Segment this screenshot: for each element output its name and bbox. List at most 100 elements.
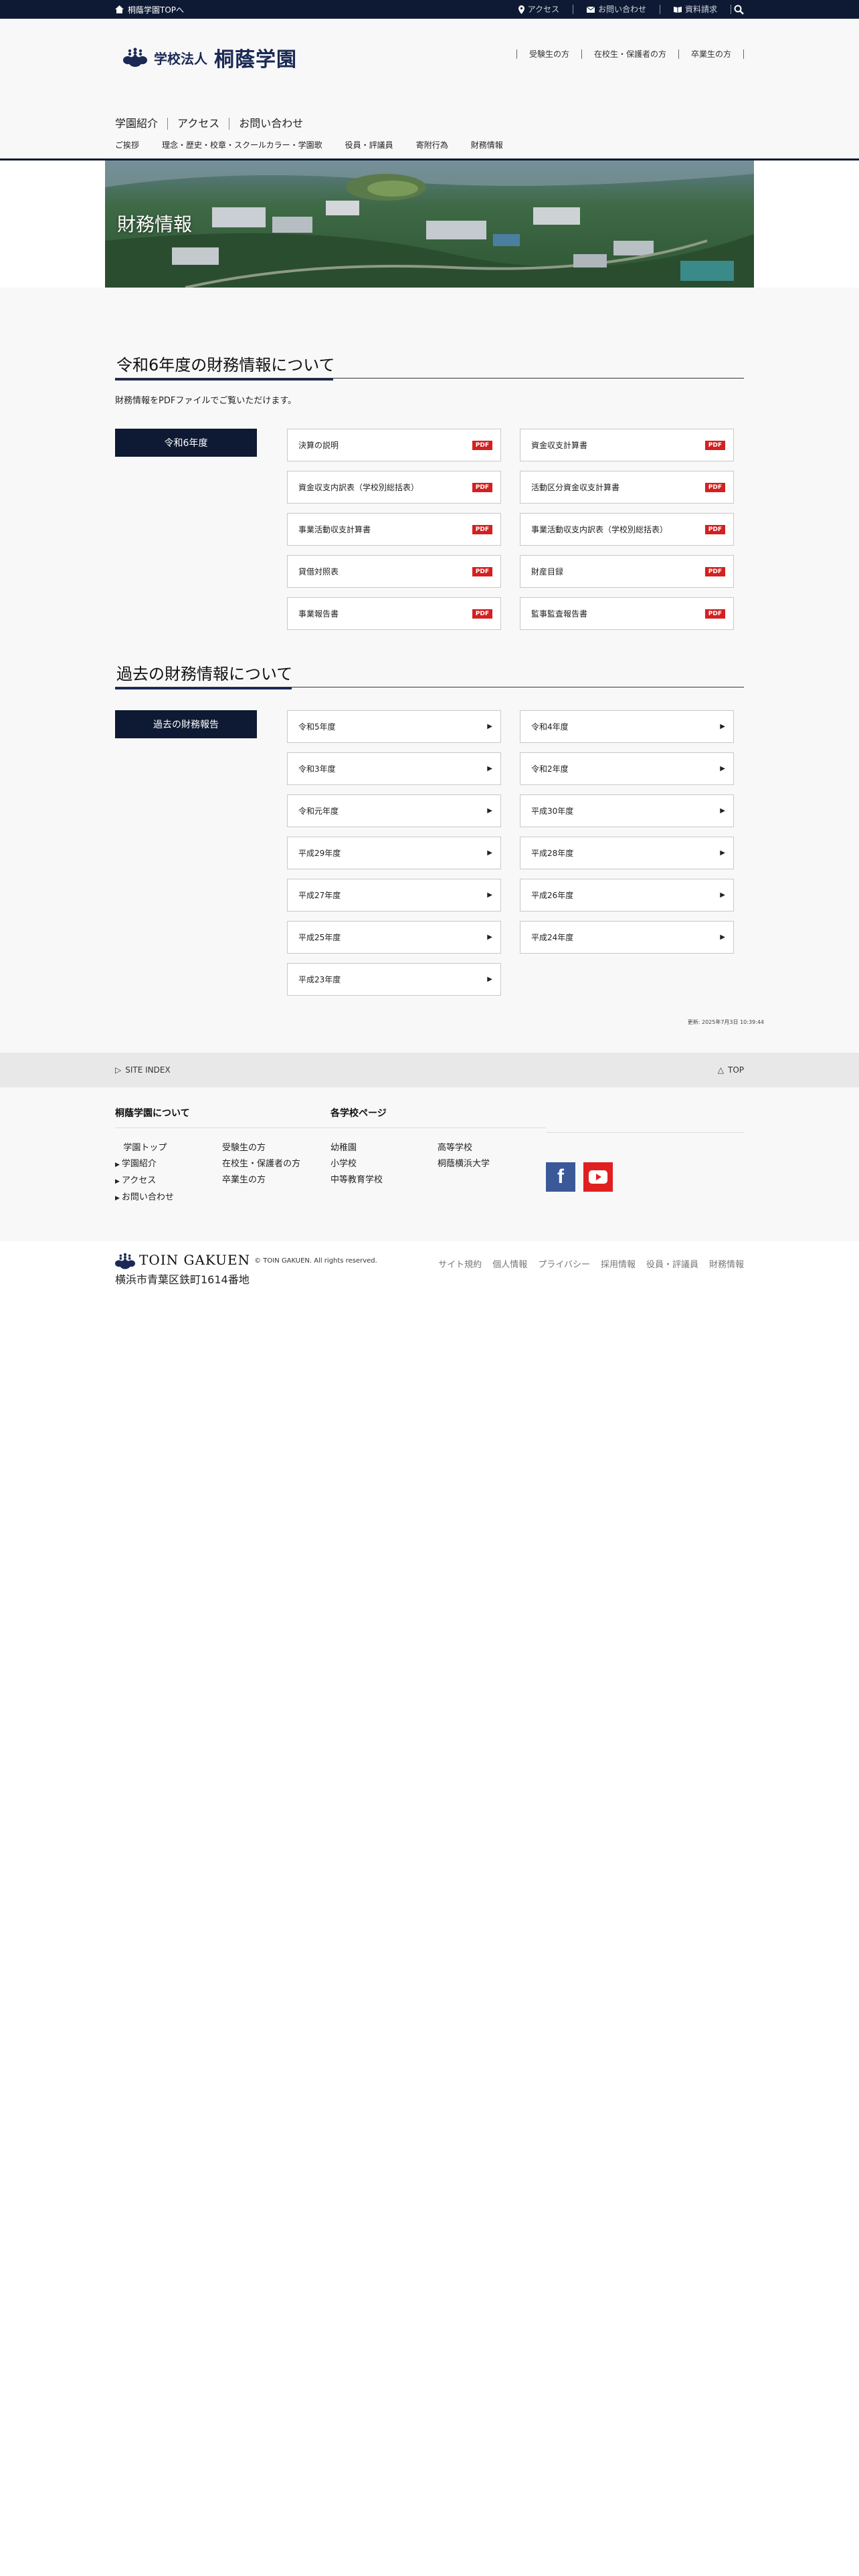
footer-link-highschool[interactable]: 高等学校 xyxy=(438,1143,472,1153)
bottom-link-recruit[interactable]: 採用情報 xyxy=(601,1257,636,1270)
youtube-icon[interactable] xyxy=(583,1162,613,1192)
pdf-badge: PDF xyxy=(704,524,725,534)
bottom-link-financial[interactable]: 財務情報 xyxy=(709,1257,744,1270)
facebook-icon[interactable]: f xyxy=(546,1162,575,1192)
year-label: 平成24年度 xyxy=(531,933,574,942)
pdf-link-activity-statement[interactable]: 事業活動収支計算書 PDF xyxy=(287,513,501,546)
year-label: 平成30年度 xyxy=(531,807,574,816)
year-label: 令和元年度 xyxy=(298,807,339,816)
year-link[interactable]: 令和元年度 ▶ xyxy=(287,794,501,827)
year-link[interactable]: 令和2年度 ▶ xyxy=(520,752,734,785)
bottom-link-terms[interactable]: サイト規約 xyxy=(438,1257,482,1270)
home-link-label: 桐蔭学園TOPへ xyxy=(128,5,185,15)
contact-link-label: お問い合わせ xyxy=(597,5,646,14)
year-link[interactable]: 平成26年度 ▶ xyxy=(520,879,734,911)
subnav-endowment[interactable]: 寄附行為 xyxy=(416,139,448,150)
pdf-badge: PDF xyxy=(704,566,725,576)
search-button[interactable] xyxy=(734,5,744,15)
footer-about-title: 桐蔭学園について xyxy=(115,1106,330,1128)
nav-contact[interactable]: お問い合わせ xyxy=(229,118,312,130)
year-link[interactable]: 令和3年度 ▶ xyxy=(287,752,501,785)
year-label: 平成23年度 xyxy=(298,975,341,984)
pdf-link-balance-sheet[interactable]: 貸借対照表 PDF xyxy=(287,555,501,588)
page-top-label: TOP xyxy=(727,1065,744,1075)
footer-link-about[interactable]: ▶ 学園紹介 xyxy=(115,1159,157,1169)
footer-link-applicants[interactable]: 受験生の方 xyxy=(222,1143,266,1153)
current-block: 令和6年度 決算の説明 PDF 資金収支計算書 PDF 資金収支内訳表（学校別総括表… xyxy=(115,429,744,630)
brochure-link[interactable]: 資料請求 xyxy=(660,5,731,14)
search-icon xyxy=(734,5,744,15)
year-link[interactable]: 平成23年度 ▶ xyxy=(287,963,501,996)
bottom-link-personal-info[interactable]: 個人情報 xyxy=(492,1257,527,1270)
site-logo[interactable]: 学校法人 桐蔭学園 xyxy=(123,43,297,72)
year-link[interactable]: 平成25年度 ▶ xyxy=(287,921,501,954)
year-link[interactable]: 平成28年度 ▶ xyxy=(520,837,734,869)
nav-applicants[interactable]: 受験生の方 xyxy=(516,49,581,59)
year-label: 平成26年度 xyxy=(531,891,574,900)
site-header: 学校法人 桐蔭学園 受験生の方 在校生・保護者の方 卒業生の方 学園紹介 アクセ… xyxy=(0,19,859,160)
year-link[interactable]: 令和4年度 ▶ xyxy=(520,710,734,743)
year-link[interactable]: 令和5年度 ▶ xyxy=(287,710,501,743)
year-link[interactable]: 平成29年度 ▶ xyxy=(287,837,501,869)
copyright-text: © TOIN GAKUEN. All rights reserved. xyxy=(254,1257,377,1265)
triangle-right-icon: ▶ xyxy=(487,891,492,899)
footer-link-kindergarten[interactable]: 幼稚園 xyxy=(330,1143,357,1153)
hero-section: 財務情報 xyxy=(0,160,859,288)
pdf-badge: PDF xyxy=(704,440,725,450)
subnav-officers[interactable]: 役員・評議員 xyxy=(345,139,393,150)
footer-link-contact[interactable]: ▶ お問い合わせ xyxy=(115,1192,174,1202)
triangle-right-icon: ▶ xyxy=(115,1178,120,1185)
triangle-right-icon: ▶ xyxy=(487,976,492,983)
footer-link-access[interactable]: ▶ アクセス xyxy=(115,1176,156,1186)
pdf-link-cashflow-breakdown[interactable]: 資金収支内訳表（学校別総括表） PDF xyxy=(287,471,501,504)
footer-link-label: アクセス xyxy=(121,1176,157,1186)
pdf-badge: PDF xyxy=(704,482,725,492)
doc-label: 貸借対照表 xyxy=(298,567,339,576)
site-index-link[interactable]: ▷ SITE INDEX xyxy=(115,1065,171,1075)
subnav-greeting[interactable]: ご挨拶 xyxy=(115,139,139,150)
contact-link[interactable]: お問い合わせ xyxy=(573,5,660,14)
footer-link-university[interactable]: 桐蔭横浜大学 xyxy=(438,1159,490,1169)
footer-link-top[interactable]: 学園トップ xyxy=(115,1143,167,1153)
pdf-link-settlement-explanation[interactable]: 決算の説明 PDF xyxy=(287,429,501,461)
subnav-financial[interactable]: 財務情報 xyxy=(471,139,503,150)
access-link-label: アクセス xyxy=(527,5,559,14)
footer-link-alumni[interactable]: 卒業生の方 xyxy=(222,1175,266,1185)
home-link[interactable]: 桐蔭学園TOPへ xyxy=(115,4,184,15)
hero-banner: 財務情報 xyxy=(105,160,754,288)
campus-aerial-image xyxy=(105,160,754,288)
footer-link-students[interactable]: 在校生・保護者の方 xyxy=(222,1159,300,1169)
triangle-right-icon: ▶ xyxy=(720,891,725,899)
pdf-link-business-report[interactable]: 事業報告書 PDF xyxy=(287,597,501,630)
year-link[interactable]: 平成27年度 ▶ xyxy=(287,879,501,911)
nav-access[interactable]: アクセス xyxy=(167,118,229,130)
house-icon xyxy=(115,5,124,13)
year-label: 令和5年度 xyxy=(298,722,336,732)
triangle-up-outline-icon: △ xyxy=(717,1065,724,1075)
bottom-link-privacy[interactable]: プライバシー xyxy=(538,1257,590,1270)
pdf-link-activity-cashflow[interactable]: 活動区分資金収支計算書 PDF xyxy=(520,471,734,504)
year-link[interactable]: 平成30年度 ▶ xyxy=(520,794,734,827)
pdf-link-audit-report[interactable]: 監事監査報告書 PDF xyxy=(520,597,734,630)
nav-alumni[interactable]: 卒業生の方 xyxy=(678,49,744,59)
pdf-link-activity-breakdown[interactable]: 事業活動収支内訳表（学校別総括表） PDF xyxy=(520,513,734,546)
pdf-link-cashflow-statement[interactable]: 資金収支計算書 PDF xyxy=(520,429,734,461)
footer-link-elementary[interactable]: 小学校 xyxy=(330,1159,357,1169)
page-top-link[interactable]: △ TOP xyxy=(718,1065,744,1075)
pin-icon xyxy=(518,5,524,14)
logo-small-text: 学校法人 xyxy=(154,50,207,67)
pdf-badge: PDF xyxy=(472,566,492,576)
bottom-link-officers[interactable]: 役員・評議員 xyxy=(646,1257,698,1270)
triangle-right-icon: ▶ xyxy=(487,849,492,857)
site-index-label: SITE INDEX xyxy=(125,1065,171,1075)
year-link[interactable]: 平成24年度 ▶ xyxy=(520,921,734,954)
nav-about[interactable]: 学園紹介 xyxy=(115,118,167,130)
footer-link-label: 学園紹介 xyxy=(121,1159,157,1169)
nav-students-parents[interactable]: 在校生・保護者の方 xyxy=(581,49,678,59)
access-link[interactable]: アクセス xyxy=(505,5,573,14)
pdf-link-asset-inventory[interactable]: 財産目録 PDF xyxy=(520,555,734,588)
footer-link-secondary[interactable]: 中等教育学校 xyxy=(330,1175,383,1185)
pdf-badge: PDF xyxy=(472,440,492,450)
subnav-philosophy[interactable]: 理念・歴史・校章・スクールカラー・学園歌 xyxy=(162,139,322,150)
mail-icon xyxy=(586,6,595,13)
